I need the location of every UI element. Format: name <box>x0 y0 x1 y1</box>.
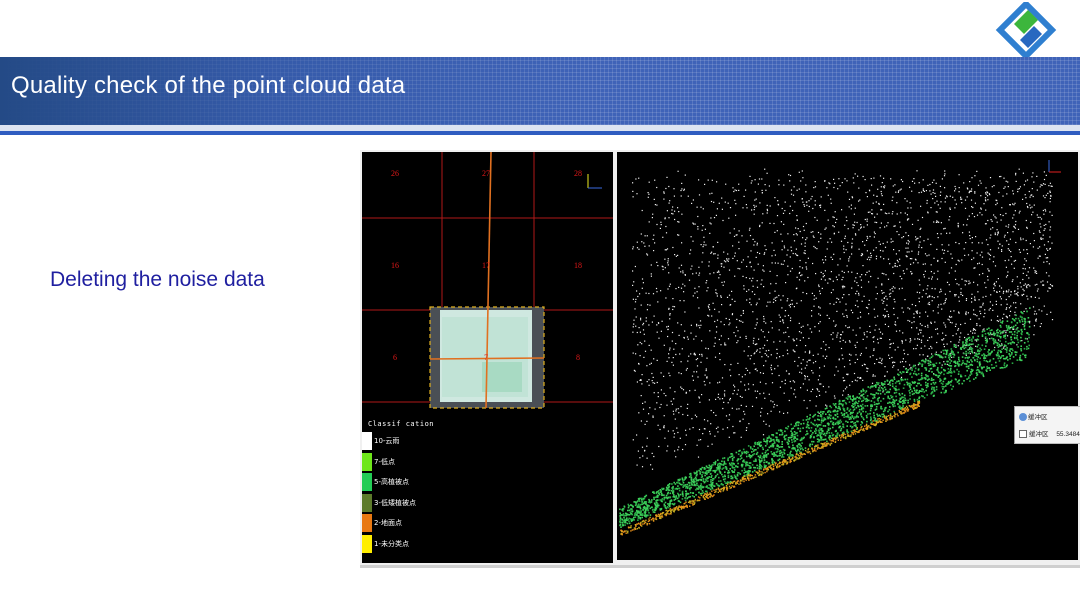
legend-item: 2-地面点 <box>362 514 482 532</box>
legend-item: 1-未分类点 <box>362 534 482 553</box>
tile-label: 7 <box>484 353 488 362</box>
legend-label: 3-低矮植被点 <box>374 498 416 507</box>
company-logo-icon <box>995 2 1057 58</box>
buffer-header: 缓冲区 <box>1019 411 1048 422</box>
tile-label: 6 <box>393 353 397 362</box>
legend-label: 5-高植被点 <box>374 478 409 486</box>
legend-label: 7-低点 <box>374 457 395 466</box>
legend-label: 2-地面点 <box>374 519 402 527</box>
legend-swatch <box>362 514 372 532</box>
legend-label: 10-云雨 <box>374 437 400 445</box>
slide-subtitle: Deleting the noise data <box>50 268 265 291</box>
buffer-value: 55.3484 <box>1056 431 1080 438</box>
legend-item: 7-低点 <box>362 452 482 471</box>
legend-title: Classif cation <box>368 420 435 428</box>
axis-icon <box>587 174 602 189</box>
point-cloud-view <box>617 152 1078 560</box>
legend-item: 10-云雨 <box>362 432 482 450</box>
tile-map-panel: 26 27 28 16 17 18 6 7 8 Classif cation 1… <box>362 152 613 563</box>
tile-label: 16 <box>391 261 399 270</box>
point-cloud-canvas <box>619 160 1061 536</box>
buffer-label: 缓冲区 <box>1029 431 1049 438</box>
legend-swatch <box>362 534 372 553</box>
legend-swatch <box>362 432 372 450</box>
tile-label: 28 <box>574 169 582 178</box>
figure-shadow <box>360 565 1080 568</box>
legend-label: 1-未分类点 <box>374 539 409 548</box>
tile-label: 18 <box>574 261 582 270</box>
buffer-header-label: 缓冲区 <box>1028 414 1048 421</box>
legend-swatch <box>362 452 372 471</box>
buffer-checkbox[interactable] <box>1019 430 1027 439</box>
buffer-row: 缓冲区 55.3484 <box>1019 428 1080 439</box>
legend-item: 3-低矮植被点 <box>362 493 482 512</box>
legend-swatch <box>362 473 372 491</box>
tile-label: 27 <box>482 169 490 178</box>
tile-label: 26 <box>391 169 399 178</box>
legend-item: 5-高植被点 <box>362 473 482 491</box>
title-underline-blue <box>0 131 1080 135</box>
slide-title: Quality check of the point cloud data <box>11 72 406 99</box>
buffer-widget: 缓冲区 缓冲区 55.3484 <box>1014 406 1080 444</box>
tile-label: 17 <box>482 261 490 270</box>
legend-swatch <box>362 493 372 512</box>
tile-label: 8 <box>576 353 580 362</box>
globe-icon <box>1019 413 1027 422</box>
